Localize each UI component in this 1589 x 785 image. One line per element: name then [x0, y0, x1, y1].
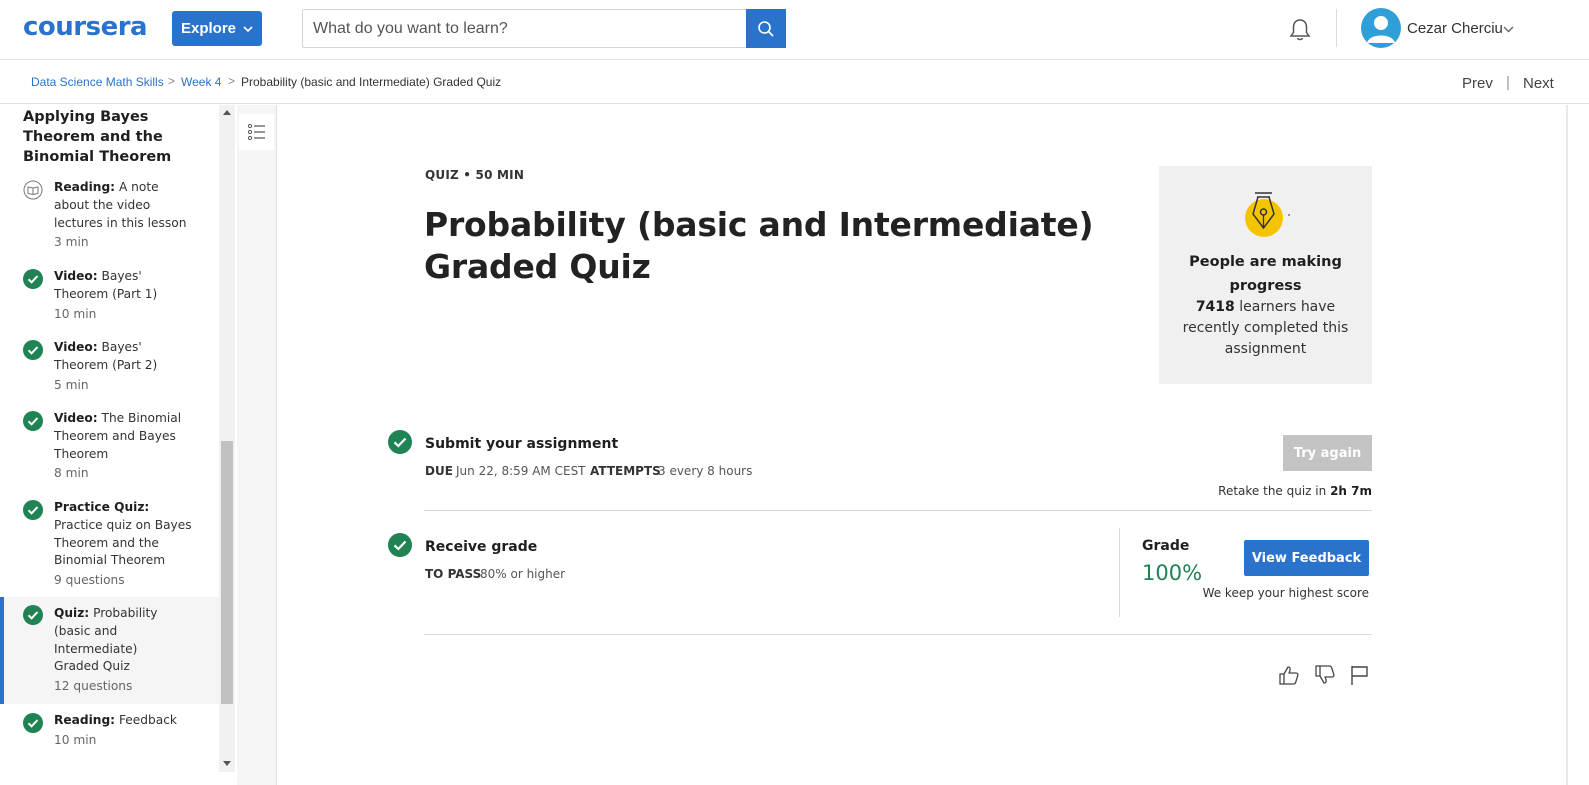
bell-icon[interactable] [1286, 16, 1314, 44]
item-type: Quiz: [54, 606, 90, 620]
lesson-title: Applying Bayes Theorem and the Binomial … [23, 109, 172, 165]
check-circle-icon [23, 340, 43, 360]
progress-card-body: 7418 learners have recently completed th… [1170, 297, 1361, 360]
next-link[interactable]: Next [1523, 75, 1554, 92]
view-feedback-button[interactable]: View Feedback [1244, 540, 1369, 576]
item-meta: 10 min [54, 306, 97, 321]
pen-nib-icon [1245, 192, 1290, 237]
to-pass-value: 80% or higher [480, 567, 566, 581]
item-meta: 8 min [54, 466, 89, 481]
item-name: Practice quiz on Bayes Theorem and the B… [54, 517, 192, 568]
chevron-down-icon [243, 25, 253, 32]
grade-divider [1119, 528, 1120, 617]
item-type: Video: [54, 411, 98, 425]
main-scrollbar[interactable] [1566, 105, 1568, 785]
check-circle-icon [23, 605, 43, 625]
check-circle-icon [23, 269, 43, 289]
sidebar-item-reading-feedback[interactable]: Reading: Feedback 10 min [0, 712, 219, 768]
breadcrumb: Data Science Math Skills > Week 4 > Prob… [0, 60, 1589, 104]
retake-time: 2h 7m [1330, 484, 1372, 498]
top-navigation-bar: coursera Explore Cezar Cherciu [0, 0, 1589, 60]
explore-button[interactable]: Explore [172, 11, 262, 46]
thumbs-up-icon[interactable] [1278, 664, 1300, 686]
search-bar [302, 9, 786, 48]
check-circle-icon [388, 430, 412, 454]
submit-assignment-title: Submit your assignment [425, 436, 619, 452]
breadcrumb-course[interactable]: Data Science Math Skills [31, 75, 164, 89]
item-meta: 5 min [54, 377, 89, 392]
learner-count: 7418 [1195, 299, 1235, 315]
page-title: Probability (basic and Intermediate) Gra… [424, 205, 1094, 286]
search-icon [758, 20, 774, 37]
check-circle-icon [388, 533, 412, 557]
outline-rail [237, 105, 277, 785]
due-value: Jun 22, 8:59 AM CEST [456, 464, 586, 478]
sidebar-item-video-bayes-2[interactable]: Video: Bayes' Theorem (Part 2) 5 min [0, 339, 219, 395]
coursera-logo[interactable]: coursera [23, 12, 148, 42]
due-label: DUE [425, 464, 453, 478]
thumbs-down-icon[interactable] [1314, 664, 1336, 686]
prev-link[interactable]: Prev [1462, 75, 1493, 92]
explore-label: Explore [180, 20, 237, 37]
prev-next-divider: | [1506, 74, 1510, 91]
grade-value: 100% [1142, 561, 1203, 585]
item-type: Practice Quiz: [54, 500, 150, 514]
sidebar-item-video-bayes-1[interactable]: Video: Bayes' Theorem (Part 1) 10 min [0, 268, 219, 324]
check-circle-icon [23, 713, 43, 733]
scroll-down-arrow-icon[interactable] [222, 759, 232, 767]
item-type: Reading: [54, 180, 116, 194]
sidebar-item-video-binomial[interactable]: Video: The Binomial Theorem and Bayes Th… [0, 410, 219, 484]
sidebar-scrollbar-thumb[interactable] [221, 441, 233, 704]
item-type: Video: [54, 340, 98, 354]
avatar-icon[interactable] [1361, 8, 1401, 48]
item-type: Video: [54, 269, 98, 283]
chevron-down-icon[interactable] [1503, 25, 1514, 33]
toggle-outline-button[interactable] [239, 114, 274, 150]
breadcrumb-separator: > [168, 74, 176, 88]
breadcrumb-current: Probability (basic and Intermediate) Gra… [241, 75, 502, 89]
header-divider [1336, 9, 1337, 47]
item-meta: 10 min [54, 732, 97, 747]
course-outline-sidebar: Applying Bayes Theorem and the Binomial … [0, 105, 237, 785]
receive-grade-title: Receive grade [425, 539, 538, 555]
quiz-kicker: QUIZ • 50 MIN [425, 168, 525, 182]
highest-score-note: We keep your highest score [1202, 586, 1369, 600]
grade-label: Grade [1142, 538, 1190, 554]
sidebar-item-reading-note[interactable]: Reading: A note about the video lectures… [0, 179, 219, 253]
retake-countdown: Retake the quiz in 2h 7m [1150, 484, 1372, 498]
try-again-button[interactable]: Try again [1283, 435, 1372, 471]
search-button[interactable] [746, 9, 786, 48]
retake-prefix: Retake the quiz in [1218, 484, 1327, 498]
search-input[interactable] [303, 10, 746, 47]
item-name: Feedback [118, 713, 177, 727]
item-meta: 3 min [54, 235, 89, 250]
to-pass-label: TO PASS [425, 567, 482, 581]
list-icon [247, 123, 265, 141]
check-circle-icon [23, 500, 43, 520]
attempts-label: ATTEMPTS [590, 464, 661, 478]
breadcrumb-week[interactable]: Week 4 [181, 75, 221, 89]
book-icon [23, 180, 43, 200]
attempts-value: 3 every 8 hours [658, 464, 753, 478]
progress-card-heading: People are making progress [1189, 254, 1342, 294]
divider [424, 510, 1372, 511]
check-circle-icon [23, 411, 43, 431]
scroll-up-arrow-icon[interactable] [222, 109, 232, 117]
sidebar-item-practice-quiz[interactable]: Practice Quiz: Practice quiz on Bayes Th… [0, 499, 219, 591]
flag-icon[interactable] [1349, 664, 1371, 686]
item-meta: 9 questions [54, 573, 125, 588]
breadcrumb-separator: > [228, 74, 236, 88]
sidebar-item-graded-quiz[interactable]: Quiz: Probability (basic and Intermediat… [0, 597, 219, 704]
item-type: Reading: [54, 713, 116, 727]
divider [424, 634, 1372, 635]
user-name[interactable]: Cezar Cherciu [1407, 20, 1503, 37]
item-meta: 12 questions [54, 679, 133, 694]
